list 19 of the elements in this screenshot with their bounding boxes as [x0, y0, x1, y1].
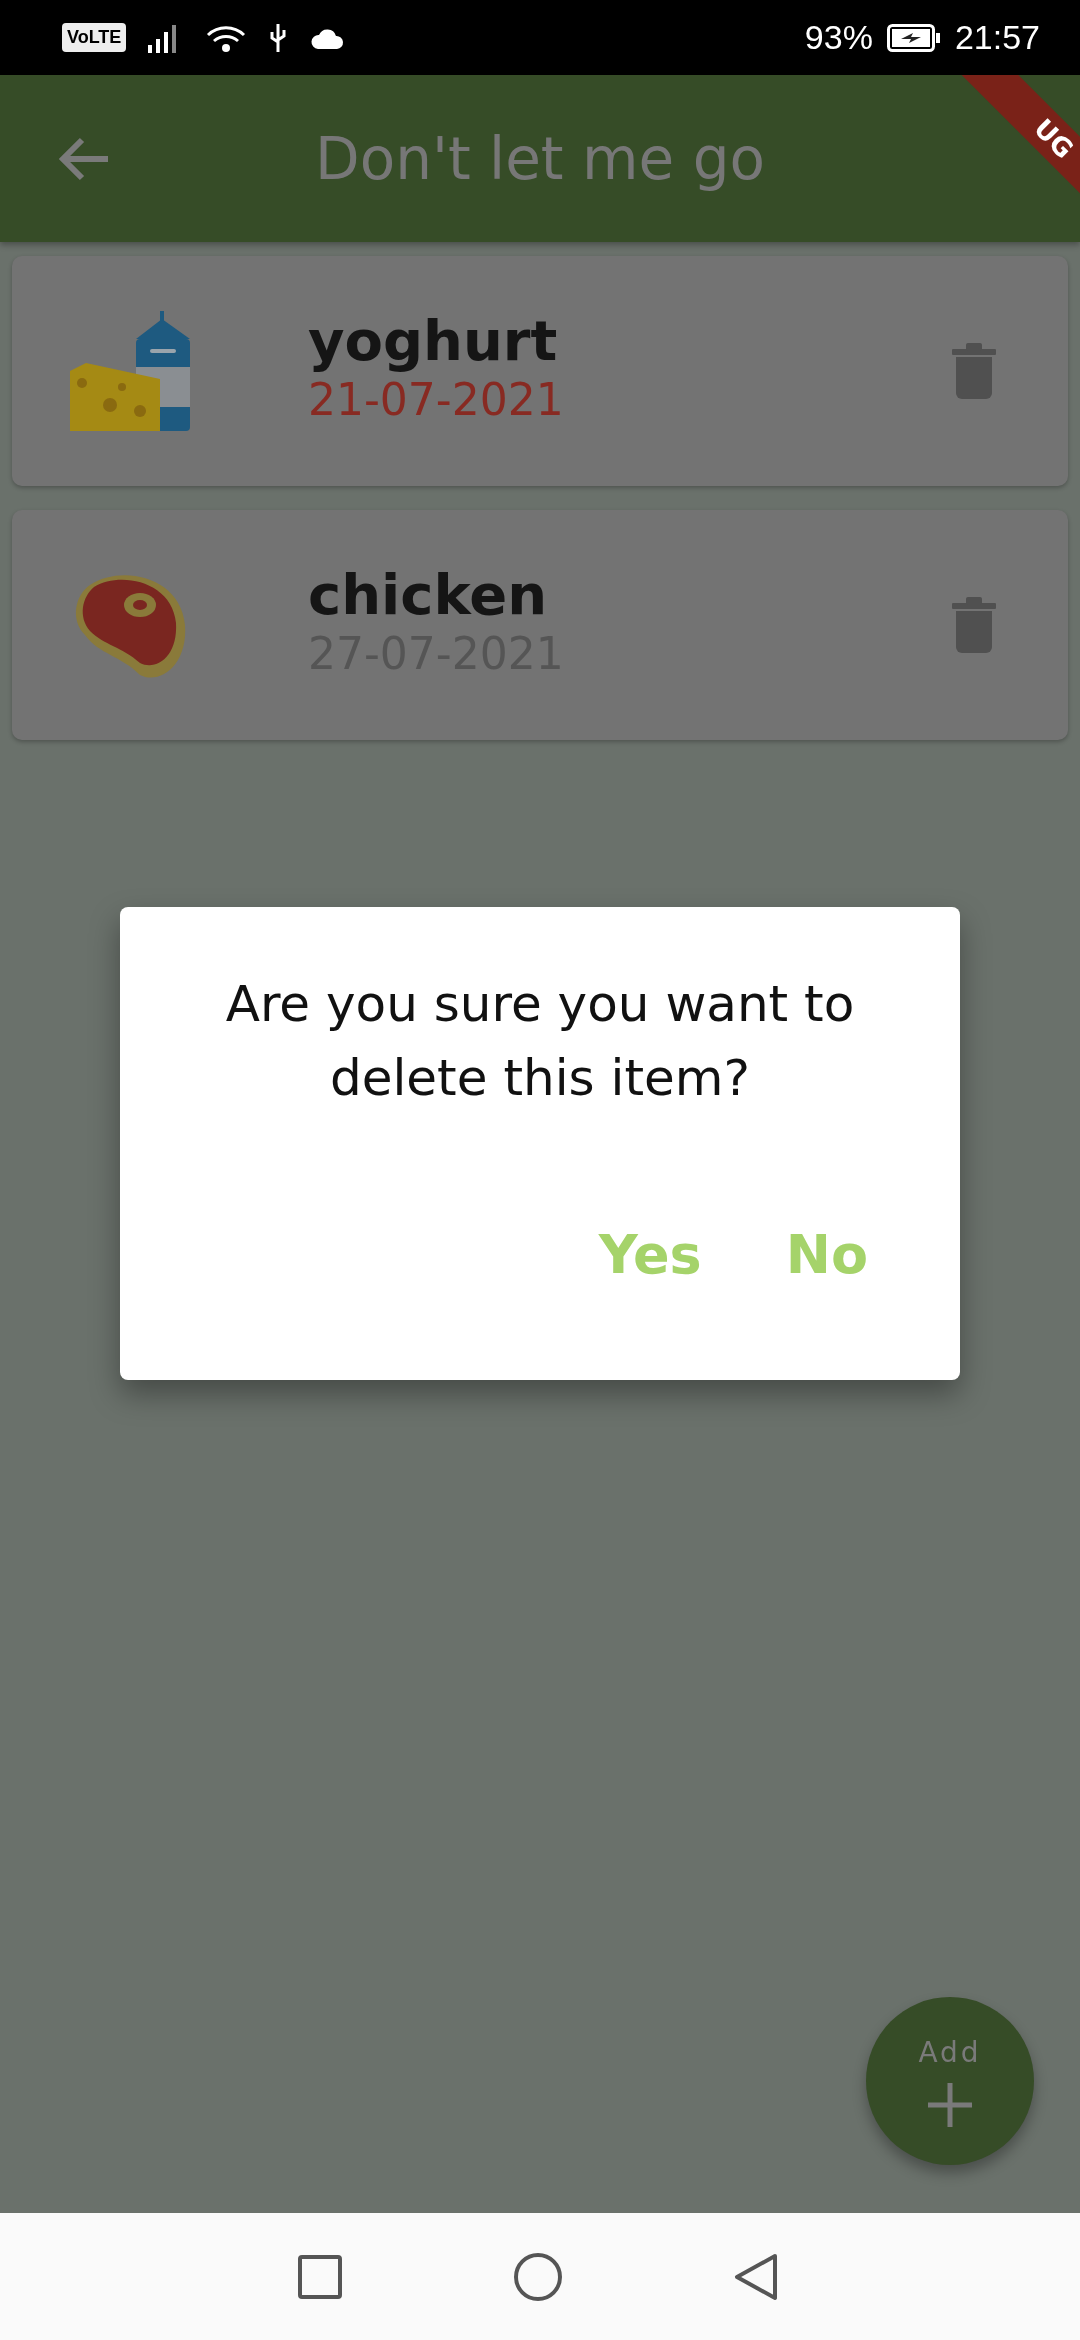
battery-percent: 93% — [804, 18, 873, 57]
item-name: yoghurt — [308, 309, 559, 373]
plus-icon — [928, 2082, 972, 2127]
dialog-button[interactable]: Yes — [586, 1215, 714, 1294]
add-button[interactable]: Add — [866, 1997, 1034, 2165]
recents-icon[interactable] — [297, 2253, 343, 2300]
app-title: Don't let me go — [314, 124, 766, 193]
dialog-button[interactable]: No — [773, 1215, 880, 1294]
back-icon[interactable] — [733, 2251, 779, 2302]
network-badge: VoLTE — [62, 23, 127, 52]
cloud-icon — [310, 26, 345, 49]
item-name: chicken — [308, 563, 549, 627]
usb-icon — [268, 21, 289, 54]
food-card[interactable]: yoghurt 21-07-2021 — [12, 256, 1068, 486]
dialog-message: Are you sure you want to delete this item? — [224, 974, 856, 1109]
expiry-date: 21-07-2021 — [308, 373, 565, 427]
home-icon[interactable] — [513, 2251, 563, 2302]
milk-and-cheese-icon — [70, 311, 190, 431]
clock-time: 21:57 — [954, 18, 1040, 57]
